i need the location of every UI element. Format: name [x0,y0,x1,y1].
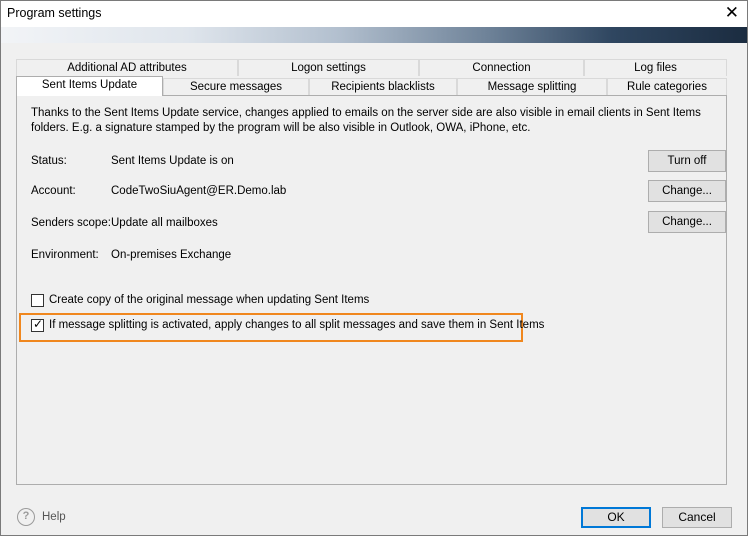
environment-label: Environment: [31,249,99,261]
tab-connection[interactable]: Connection [419,59,584,76]
change-account-button[interactable]: Change... [648,180,726,202]
cancel-button[interactable]: Cancel [662,507,732,528]
window-title: Program settings [7,6,102,20]
account-label: Account: [31,185,76,197]
tab-rule-categories[interactable]: Rule categories [607,78,727,95]
turn-off-button[interactable]: Turn off [648,150,726,172]
tab-label: Log files [634,62,677,74]
tab-logon-settings[interactable]: Logon settings [238,59,419,76]
program-settings-window: Program settings ✕ Additional AD attribu… [0,0,748,536]
change-senders-scope-button[interactable]: Change... [648,211,726,233]
tab-recipients-blacklists[interactable]: Recipients blacklists [309,78,457,95]
status-value: Sent Items Update is on [111,155,234,167]
tab-label: Recipients blacklists [331,81,435,93]
tab-additional-ad-attributes[interactable]: Additional AD attributes [16,59,238,76]
checkmark-icon: ✓ [33,317,44,331]
create-copy-checkbox[interactable] [31,294,44,307]
tab-label: Additional AD attributes [67,62,187,74]
senders-scope-value: Update all mailboxes [111,217,218,229]
help-label: Help [42,511,66,523]
senders-scope-label: Senders scope: [31,217,111,229]
split-messages-checkbox[interactable]: ✓ [31,317,44,332]
description-text: Thanks to the Sent Items Update service,… [31,107,701,134]
tab-label: Sent Items Update [41,79,138,91]
tab-label: Secure messages [189,81,283,93]
ok-button[interactable]: OK [581,507,651,528]
close-icon[interactable]: ✕ [725,3,739,23]
sent-items-update-panel: Thanks to the Sent Items Update service,… [16,95,727,485]
tab-label: Rule categories [627,81,707,93]
environment-value: On-premises Exchange [111,249,232,261]
tab-sent-items-update[interactable]: Sent Items Update [16,76,163,96]
status-label: Status: [31,155,67,167]
account-value: CodeTwoSiuAgent@ER.Demo.lab [111,185,287,197]
tab-label: Message splitting [487,81,577,93]
create-copy-label: Create copy of the original message when… [49,294,370,306]
tab-secure-messages[interactable]: Secure messages [163,78,309,95]
tab-message-splitting[interactable]: Message splitting [457,78,607,95]
question-mark-icon: ? [17,508,35,526]
title-bar: Program settings ✕ [1,1,747,27]
split-messages-label: If message splitting is activated, apply… [49,319,545,331]
tab-log-files[interactable]: Log files [584,59,727,76]
header-banner [1,27,747,43]
tab-label: Logon settings [291,62,366,74]
tab-label: Connection [472,62,531,74]
